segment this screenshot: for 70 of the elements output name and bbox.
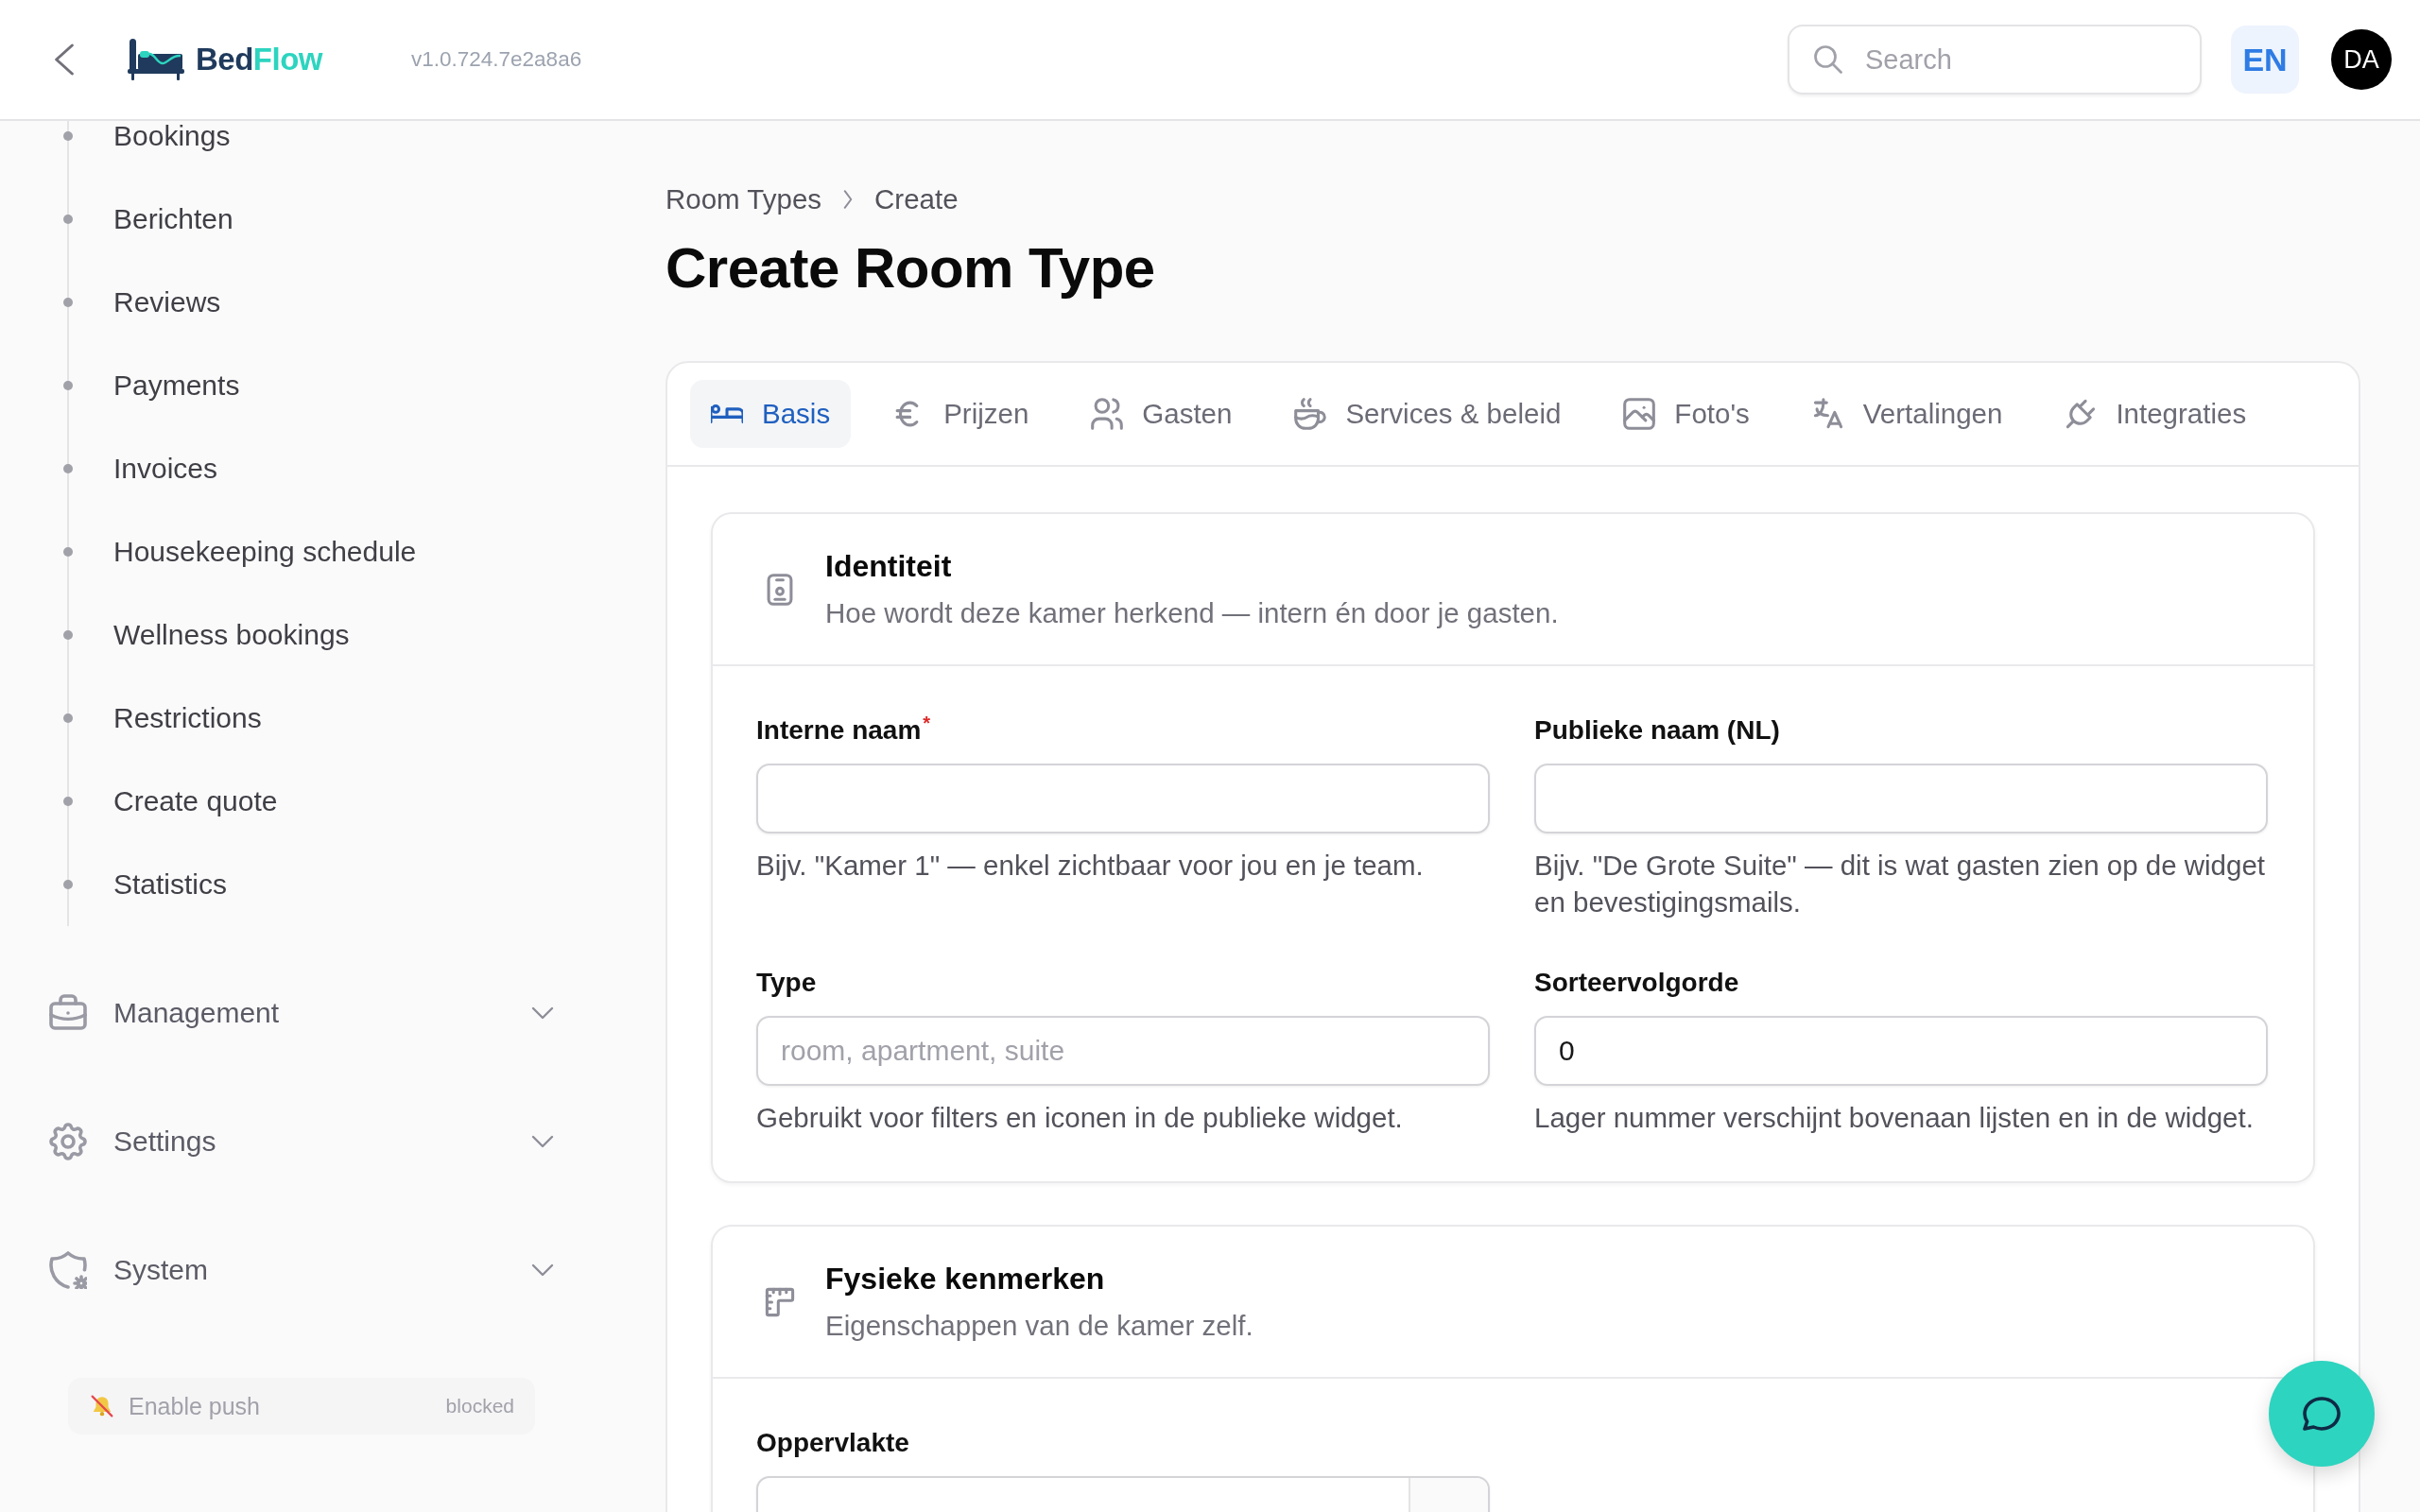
section-title: Identiteit <box>825 548 953 585</box>
section-subtitle: Hoe wordt deze kamer herkend — intern én door je gasten. <box>825 596 1559 630</box>
bullet-dot-icon <box>63 713 73 723</box>
nav-link[interactable]: Invoices <box>98 445 233 492</box>
field-label: Publieke naam (NL) <box>1534 714 1781 747</box>
tab[interactable]: Foto's <box>1602 380 1771 448</box>
nav-link[interactable]: Wellness bookings <box>98 611 365 659</box>
settings-icon <box>49 1123 87 1160</box>
language-button[interactable]: EN <box>2231 26 2299 94</box>
text-input[interactable]: 0 <box>1534 1016 2268 1086</box>
version-label: v1.0.724.7e2a8a6 <box>411 47 582 72</box>
bullet-dot-icon <box>63 298 73 307</box>
tab[interactable]: Basis <box>690 380 852 448</box>
bed-logo-icon <box>128 39 184 80</box>
bullet-dot-icon <box>63 381 73 390</box>
field-hint: Bijv. "Kamer 1" — enkel zichtbaar voor jou en je team. <box>756 849 1425 883</box>
translate-icon <box>1811 398 1844 430</box>
nav-group-button[interactable]: System <box>49 1206 560 1334</box>
field-label: Oppervlakte <box>756 1427 910 1459</box>
brand-name: BedFlow <box>196 42 322 77</box>
coffee-cup-icon <box>1294 398 1327 430</box>
status-label: blocked <box>445 1395 514 1418</box>
text-input[interactable]: room, apartment, suite <box>756 1016 1490 1086</box>
section-subtitle: Eigenschappen van de kamer zelf. <box>825 1309 1253 1343</box>
bullet-dot-icon <box>63 547 73 557</box>
field-hint: Lager nummer verschijnt bovenaan lijsten en in de widget. <box>1534 1101 2255 1135</box>
avatar-button[interactable]: DA <box>2331 29 2392 90</box>
search-icon <box>1814 45 1842 74</box>
bell-slash-icon <box>91 1395 113 1418</box>
search-field[interactable]: Search <box>1788 25 2202 94</box>
tab[interactable]: Vertalingen <box>1790 380 2024 448</box>
nav-group-button[interactable]: Settings <box>49 1077 560 1206</box>
nav-link[interactable]: Statistics <box>98 861 243 908</box>
bullet-dot-icon <box>63 215 73 224</box>
text-input[interactable] <box>1534 764 2268 833</box>
breadcrumb-link[interactable]: Room Types <box>666 181 822 217</box>
users-icon <box>1091 398 1124 430</box>
nav-link[interactable]: Housekeeping schedule <box>98 528 432 576</box>
bullet-dot-icon <box>63 630 73 640</box>
nav-link[interactable]: Bookings <box>98 121 246 160</box>
nav-link[interactable]: Create quote <box>98 778 293 825</box>
bullet-dot-icon <box>63 880 73 889</box>
tab[interactable]: Gasten <box>1070 380 1253 448</box>
briefcase-icon <box>49 994 87 1032</box>
nav-link[interactable]: Reviews <box>98 279 236 326</box>
tab[interactable]: Services & beleid <box>1273 380 1582 448</box>
nav-link[interactable]: Restrictions <box>98 695 277 742</box>
shield-gear-icon <box>49 1251 87 1289</box>
image-icon <box>1623 398 1656 430</box>
field-hint: Bijv. "De Grote Suite" — dit is wat gasten zien op de widget en bevestigingsmails. <box>1534 849 2267 919</box>
text-input[interactable] <box>756 764 1490 833</box>
chat-bubble-icon <box>2303 1395 2341 1433</box>
chevron-left-icon <box>55 43 74 77</box>
bullet-dot-icon <box>63 131 73 141</box>
tab[interactable]: Integraties <box>2044 380 2268 448</box>
plug-icon <box>2065 398 2098 430</box>
field-label: Sorteervolgorde <box>1534 967 1740 999</box>
field-label: Type <box>756 967 818 999</box>
tab[interactable]: Prijzen <box>872 380 1050 448</box>
field-hint: Gebruikt voor filters en iconen in de publieke widget. <box>756 1101 1404 1135</box>
breadcrumb-current: Create <box>874 182 959 216</box>
bullet-dot-icon <box>63 464 73 473</box>
page-title: Create Room Type <box>666 235 1156 301</box>
nav-group-button[interactable]: Management <box>49 949 560 1077</box>
section-title: Fysieke kenmerken <box>825 1261 1106 1297</box>
bullet-dot-icon <box>63 797 73 806</box>
nav-link[interactable]: Payments <box>98 362 255 409</box>
nav-link[interactable]: Berichten <box>98 196 249 243</box>
chevron-right-icon <box>842 189 855 210</box>
field-label: Interne naam* <box>756 713 932 747</box>
